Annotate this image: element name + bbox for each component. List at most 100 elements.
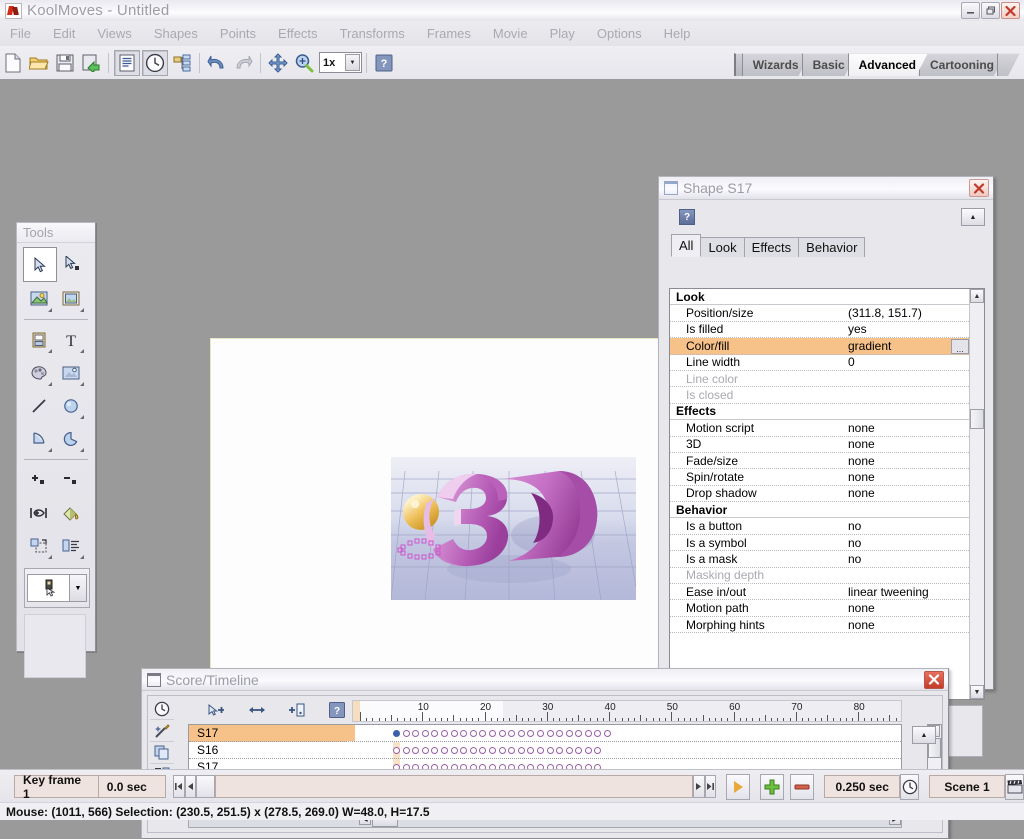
picture-frame-tool[interactable] <box>55 282 87 315</box>
property-row[interactable]: Is a buttonno <box>670 518 969 534</box>
keyframe-marker[interactable] <box>479 730 486 737</box>
keyframe-marker[interactable] <box>547 747 554 754</box>
tab-advanced[interactable]: Advanced <box>848 53 928 76</box>
property-value[interactable]: 0 <box>848 355 855 369</box>
menu-movie[interactable]: Movie <box>482 24 539 43</box>
property-value[interactable]: none <box>848 486 875 500</box>
menu-effects[interactable]: Effects <box>267 24 329 43</box>
property-value[interactable]: none <box>848 601 875 615</box>
transform-tool[interactable] <box>23 529 55 562</box>
keyframe-marker[interactable] <box>508 730 515 737</box>
button-tool[interactable] <box>23 323 55 356</box>
keyframe-marker[interactable] <box>518 730 525 737</box>
property-value[interactable]: yes <box>848 322 867 336</box>
keyframe-marker[interactable] <box>422 747 429 754</box>
keyframe-marker[interactable] <box>566 747 573 754</box>
timeline-collapse-button[interactable]: ▲ <box>912 726 936 744</box>
keyframe-marker[interactable] <box>470 730 477 737</box>
menu-shapes[interactable]: Shapes <box>143 24 209 43</box>
keyframe-marker[interactable] <box>460 747 467 754</box>
property-row[interactable]: Is a symbolno <box>670 535 969 551</box>
property-editor-button[interactable]: ... <box>951 339 969 354</box>
text-tool[interactable]: T <box>55 323 87 356</box>
keyframe-marker[interactable] <box>585 747 592 754</box>
keyframe-marker[interactable] <box>594 747 601 754</box>
menu-points[interactable]: Points <box>209 24 267 43</box>
keyframe-marker[interactable] <box>393 747 400 754</box>
playhead-handle[interactable] <box>196 775 215 798</box>
select-arrow-tool[interactable] <box>23 247 57 282</box>
keyframe-marker[interactable] <box>403 747 410 754</box>
shape-dialog-help-icon[interactable]: ? <box>679 209 695 225</box>
scroll-down-icon[interactable]: ▼ <box>970 685 984 699</box>
property-row[interactable]: 3Dnone <box>670 437 969 453</box>
add-frame-icon[interactable] <box>760 774 784 800</box>
property-row[interactable]: Motion scriptnone <box>670 420 969 436</box>
scroll-up-icon[interactable]: ▲ <box>970 289 984 303</box>
property-row[interactable]: Drop shadownone <box>670 486 969 502</box>
minimize-button[interactable] <box>961 2 980 19</box>
keyframe-marker[interactable] <box>556 730 563 737</box>
keyframe-marker[interactable] <box>412 747 419 754</box>
skip-forward-icon[interactable] <box>705 775 717 798</box>
timeline-row-label[interactable]: S16 <box>189 743 355 757</box>
shape-tab-effects[interactable]: Effects <box>744 237 800 257</box>
step-forward-icon[interactable] <box>693 775 705 798</box>
property-row[interactable]: Is a maskno <box>670 551 969 567</box>
timeline-close-button[interactable] <box>924 671 944 689</box>
keyframe-marker[interactable] <box>527 747 534 754</box>
playback-track[interactable] <box>215 775 693 798</box>
step-back-icon[interactable] <box>185 775 197 798</box>
property-row[interactable]: Morphing hintsnone <box>670 617 969 633</box>
menu-help[interactable]: Help <box>653 24 702 43</box>
property-row[interactable]: Color/fillgradient... <box>670 338 969 354</box>
scene-selector-value[interactable]: Scene 1 <box>929 775 1005 798</box>
zoom-level-select[interactable]: 1x ▼ <box>319 52 362 73</box>
property-value[interactable]: no <box>848 519 861 533</box>
keyframe-marker[interactable] <box>479 747 486 754</box>
keyframe-marker[interactable] <box>431 747 438 754</box>
clapperboard-icon[interactable] <box>1005 774 1024 800</box>
zoom-icon[interactable] <box>292 51 316 75</box>
property-list-scrollbar[interactable]: ▲ ▼ <box>969 289 984 699</box>
add-point-tool[interactable] <box>23 463 55 496</box>
keyframe-strip[interactable] <box>393 725 614 741</box>
keyframe-marker[interactable] <box>575 730 582 737</box>
paint-palette-tool[interactable] <box>23 356 55 389</box>
keyframe-marker[interactable] <box>489 747 496 754</box>
play-icon[interactable] <box>726 774 750 800</box>
shape-dialog-close-button[interactable] <box>969 179 989 197</box>
undo-icon[interactable] <box>205 51 229 75</box>
hierarchy-view-icon[interactable] <box>170 51 194 75</box>
wand-icon[interactable] <box>150 720 174 742</box>
property-value[interactable]: none <box>848 470 875 484</box>
keyframe-marker[interactable] <box>527 730 534 737</box>
property-value[interactable]: gradient <box>848 339 891 353</box>
keyframe-marker[interactable] <box>518 747 525 754</box>
property-value[interactable]: no <box>848 536 861 550</box>
timeline-row-label[interactable]: S17 <box>189 725 355 741</box>
timeline-title-bar[interactable]: Score/Timeline <box>142 669 948 691</box>
keyframe-marker[interactable] <box>403 730 410 737</box>
cursor-style-combobox[interactable]: ▼ <box>24 568 90 608</box>
property-row[interactable]: Motion pathnone <box>670 600 969 616</box>
menu-options[interactable]: Options <box>586 24 653 43</box>
property-row[interactable]: Spin/rotatenone <box>670 469 969 485</box>
shape-tab-behavior[interactable]: Behavior <box>798 237 865 257</box>
remove-frame-icon[interactable] <box>790 774 814 800</box>
keyframe-marker[interactable] <box>594 730 601 737</box>
keyframe-marker[interactable] <box>508 747 515 754</box>
property-row[interactable]: Position/size(311.8, 151.7) <box>670 305 969 321</box>
chevron-down-icon[interactable]: ▼ <box>345 54 360 71</box>
ellipse-tool[interactable] <box>55 389 87 422</box>
tab-cartooning[interactable]: Cartooning <box>919 53 1006 76</box>
shape-dialog-collapse-button[interactable]: ▲ <box>961 208 985 226</box>
menu-file[interactable]: File <box>0 24 42 43</box>
movie-clip-tool[interactable] <box>55 356 87 389</box>
new-file-icon[interactable] <box>1 51 25 75</box>
property-row[interactable]: Ease in/outlinear tweening <box>670 584 969 600</box>
image-shape-tool[interactable] <box>23 282 55 315</box>
export-icon[interactable] <box>79 51 103 75</box>
cursor-style-chevron-down-icon[interactable]: ▼ <box>70 574 87 602</box>
copy-frames-icon[interactable] <box>150 742 174 764</box>
